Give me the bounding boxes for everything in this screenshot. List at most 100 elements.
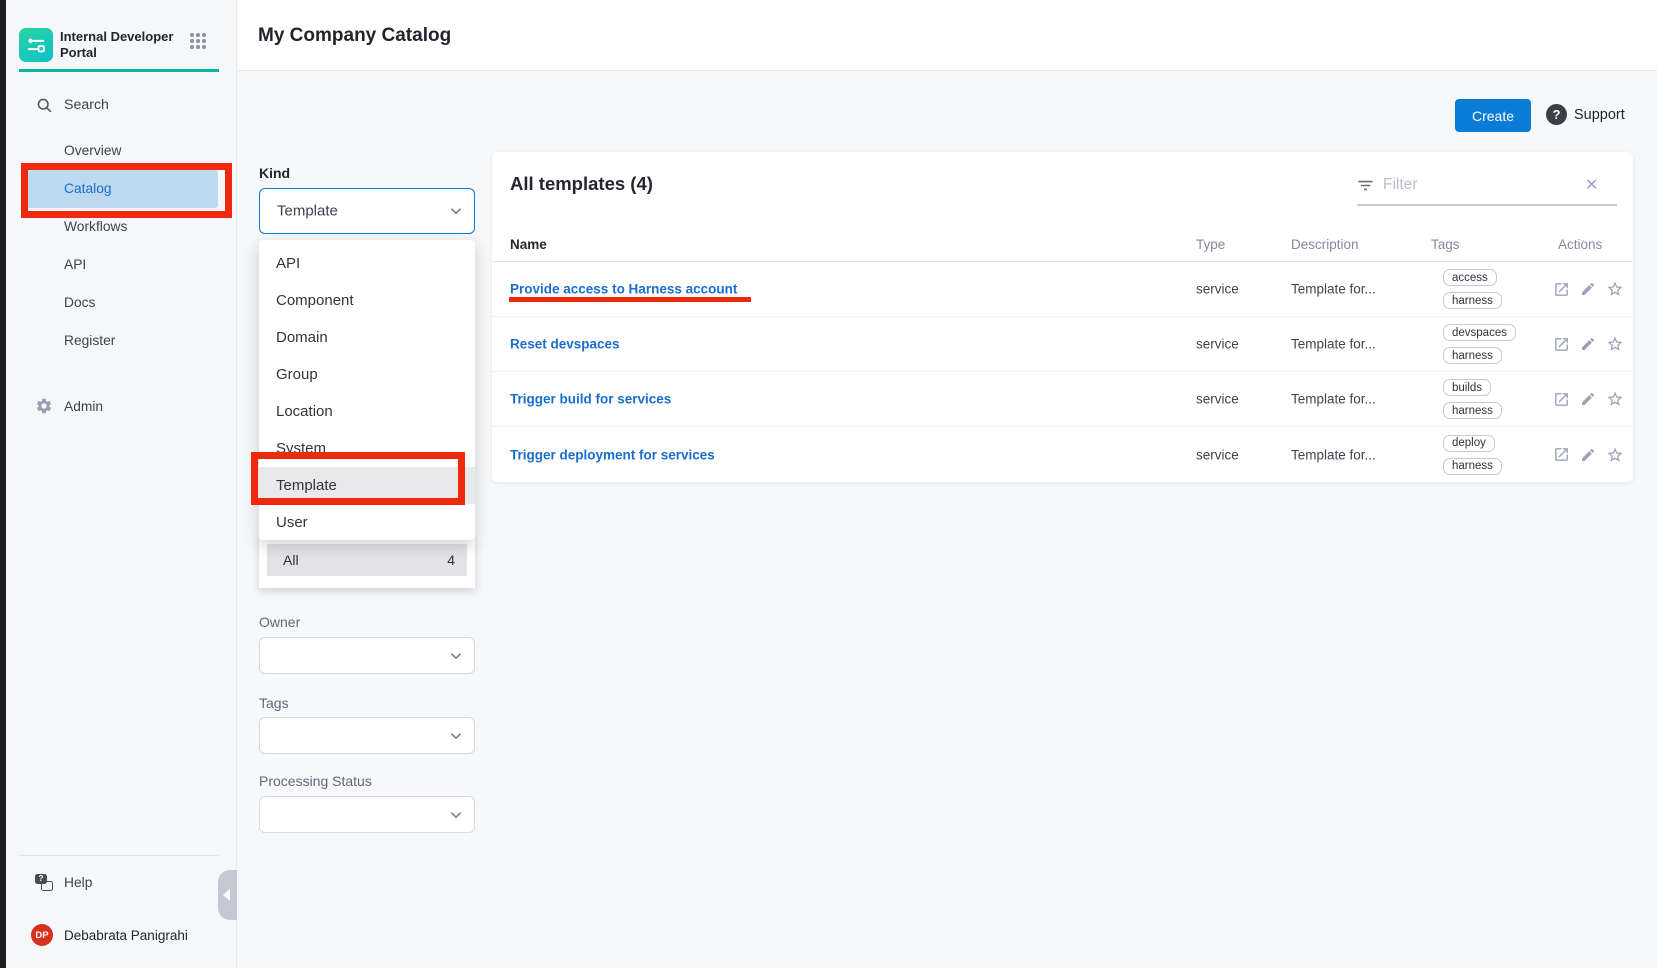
- kind-select[interactable]: Template: [259, 188, 475, 234]
- table-row: Reset devspacesserviceTemplate for...dev…: [492, 317, 1633, 372]
- tag-chip[interactable]: harness: [1443, 458, 1502, 475]
- row-actions: [1552, 280, 1624, 298]
- page-header: My Company Catalog: [237, 0, 1657, 71]
- kind-option-template[interactable]: Template: [259, 467, 475, 504]
- kind-label: Kind: [259, 165, 290, 181]
- table-row: Trigger deployment for services service Te…: [492, 427, 1633, 482]
- open-in-new-icon[interactable]: [1552, 390, 1570, 408]
- template-name-link[interactable]: Trigger build for services: [510, 392, 671, 407]
- sidebar-user[interactable]: DP Debabrata Panigrahi: [27, 918, 225, 952]
- tag-chip[interactable]: builds: [1443, 379, 1491, 396]
- sidebar-collapse-handle[interactable]: [218, 870, 237, 920]
- template-name-link[interactable]: Trigger deployment for services: [510, 447, 715, 462]
- row-actions: [1552, 390, 1624, 408]
- template-tags: devspaces harness: [1443, 324, 1516, 364]
- sidebar-item-label: Overview: [64, 143, 122, 158]
- processing-status-select[interactable]: [259, 796, 475, 833]
- sidebar-item-workflows[interactable]: Workflows: [27, 208, 218, 246]
- gear-icon: [34, 397, 54, 415]
- search-label: Search: [64, 97, 109, 113]
- template-tags: access harness: [1443, 269, 1502, 309]
- chevron-down-icon: [450, 202, 462, 220]
- support-label: Support: [1574, 107, 1625, 123]
- annotation-underline: [509, 297, 751, 302]
- template-description: Template for...: [1291, 282, 1376, 297]
- tags-select[interactable]: [259, 717, 475, 754]
- filter-input[interactable]: [1383, 172, 1573, 198]
- tags-label: Tags: [259, 695, 289, 711]
- sidebar-item-admin[interactable]: Admin: [27, 389, 225, 423]
- kind-option-system[interactable]: System: [259, 430, 475, 467]
- edit-icon[interactable]: [1579, 280, 1597, 298]
- kind-option-location[interactable]: Location: [259, 393, 475, 430]
- sidebar-item-catalog[interactable]: Catalog: [27, 170, 218, 208]
- help-label: Help: [64, 875, 92, 890]
- template-type: service: [1196, 337, 1239, 352]
- sidebar-item-api[interactable]: API: [27, 246, 218, 284]
- star-icon[interactable]: [1606, 335, 1624, 353]
- row-actions: [1552, 335, 1624, 353]
- kind-option-user[interactable]: User: [259, 504, 475, 541]
- avatar: DP: [31, 924, 53, 946]
- template-description: Template for...: [1291, 392, 1376, 407]
- sidebar-item-label: Docs: [64, 295, 95, 310]
- tag-chip[interactable]: devspaces: [1443, 324, 1516, 341]
- star-icon[interactable]: [1606, 446, 1624, 464]
- page-title: My Company Catalog: [258, 0, 451, 71]
- close-icon[interactable]: ✕: [1585, 178, 1598, 194]
- sidebar-search[interactable]: Search: [27, 88, 225, 122]
- kind-option-domain[interactable]: Domain: [259, 319, 475, 356]
- tag-chip[interactable]: access: [1443, 269, 1497, 286]
- tag-chip[interactable]: harness: [1443, 402, 1502, 419]
- kind-summary-card: All 4: [259, 536, 475, 588]
- chevron-down-icon: [450, 727, 462, 745]
- kind-option-component[interactable]: Component: [259, 282, 475, 319]
- row-actions: [1552, 446, 1624, 464]
- kind-all-row[interactable]: All 4: [267, 544, 467, 576]
- edit-icon[interactable]: [1579, 335, 1597, 353]
- brand-divider: [19, 69, 219, 72]
- sidebar-item-label: Catalog: [64, 181, 112, 196]
- template-tags: deploy harness: [1443, 435, 1502, 475]
- open-in-new-icon[interactable]: [1552, 280, 1570, 298]
- template-name-link[interactable]: Provide access to Harness account: [510, 282, 737, 297]
- kind-option-api[interactable]: API: [259, 245, 475, 282]
- chevron-down-icon: [450, 806, 462, 824]
- template-name-link[interactable]: Reset devspaces: [510, 337, 620, 352]
- tag-chip[interactable]: harness: [1443, 347, 1502, 364]
- sidebar-item-label: Register: [64, 333, 115, 348]
- star-icon[interactable]: [1606, 390, 1624, 408]
- search-icon: [34, 97, 54, 114]
- tag-chip[interactable]: deploy: [1443, 435, 1495, 452]
- sidebar-divider: [19, 855, 219, 856]
- template-description: Template for...: [1291, 447, 1376, 462]
- sidebar-item-overview[interactable]: Overview: [27, 132, 218, 170]
- table-header-row: Name Type Description Tags Actions: [492, 228, 1633, 262]
- kind-option-group[interactable]: Group: [259, 356, 475, 393]
- app-grid-icon[interactable]: [190, 33, 207, 50]
- help-icon: ?: [34, 874, 54, 891]
- owner-label: Owner: [259, 614, 300, 630]
- question-icon: ?: [1546, 104, 1567, 125]
- support-button[interactable]: ? Support: [1546, 104, 1625, 125]
- kind-all-label: All: [283, 552, 299, 568]
- kind-select-value: Template: [277, 203, 338, 220]
- edit-icon[interactable]: [1579, 446, 1597, 464]
- brand-logo-icon: [19, 28, 53, 62]
- sidebar-item-label: API: [64, 257, 86, 272]
- tag-chip[interactable]: harness: [1443, 292, 1502, 309]
- sidebar-item-help[interactable]: ? Help: [27, 865, 225, 899]
- edit-icon[interactable]: [1579, 390, 1597, 408]
- open-in-new-icon[interactable]: [1552, 335, 1570, 353]
- table-body: Provide access to Harness account service…: [492, 262, 1633, 482]
- template-type: service: [1196, 447, 1239, 462]
- template-tags: builds harness: [1443, 379, 1502, 419]
- open-in-new-icon[interactable]: [1552, 446, 1570, 464]
- owner-select[interactable]: [259, 637, 475, 674]
- sidebar-item-docs[interactable]: Docs: [27, 284, 218, 322]
- sidebar-nav: Overview Catalog Workflows API Docs Register: [27, 132, 218, 360]
- star-icon[interactable]: [1606, 280, 1624, 298]
- create-button[interactable]: Create: [1455, 99, 1531, 132]
- sidebar-item-register[interactable]: Register: [27, 322, 218, 360]
- filter-input-underline: [1357, 204, 1617, 206]
